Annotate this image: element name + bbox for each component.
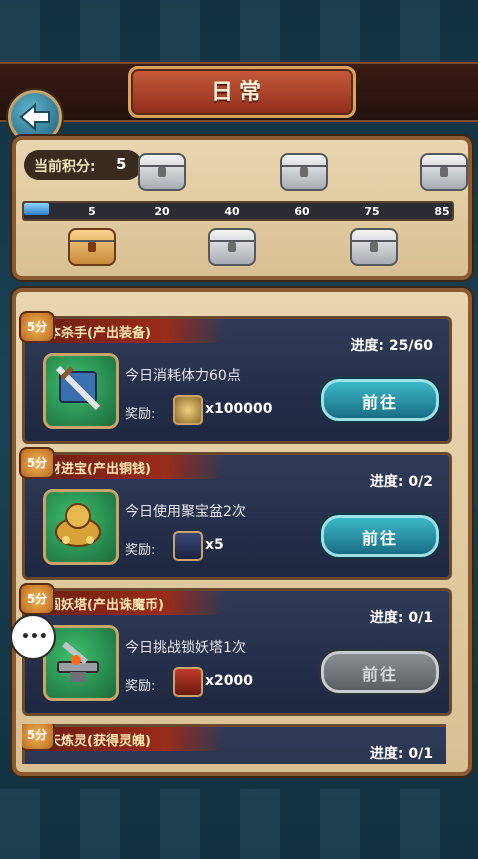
back-arrow-icon <box>19 102 50 132</box>
tick-label: 40 <box>224 205 240 218</box>
go-button-disabled[interactable]: 前往 <box>321 651 439 693</box>
silver-chest-icon[interactable] <box>138 153 186 191</box>
go-button[interactable]: 前往 <box>321 515 439 557</box>
task-card-clip: 天天炼灵(获得灵魄) 5分 进度: 0/1 <box>22 724 446 764</box>
reward-label: 奖励: <box>125 679 156 694</box>
silver-chest-icon[interactable] <box>208 228 256 266</box>
silver-chest-icon[interactable] <box>280 153 328 191</box>
coin-icon <box>173 395 203 425</box>
tick-label: 5 <box>88 205 96 218</box>
points-badge: 5分 <box>19 447 55 479</box>
page-title: 日常 <box>210 80 267 105</box>
reward-amount: x2000 <box>205 673 253 689</box>
task-card: 副本杀手(产出装备) 5分 进度: 25/60 今日消耗体力60点 奖励: x1… <box>19 311 452 444</box>
points-badge: 5分 <box>19 583 55 615</box>
reward-amount: x100000 <box>205 401 273 417</box>
gold-chest-icon[interactable] <box>68 228 116 266</box>
chat-icon: ••• <box>21 629 48 645</box>
sword-book-icon <box>43 353 119 429</box>
score-label: 当前积分: <box>34 159 96 175</box>
task-progress: 进度: 25/60 <box>350 338 433 354</box>
tick-label: 60 <box>294 205 310 218</box>
cloud-pattern-bottom <box>0 789 478 859</box>
tick-label: 85 <box>434 205 450 218</box>
task-progress: 进度: 0/2 <box>369 474 433 490</box>
scroll-icon <box>173 531 203 561</box>
tick-label: 20 <box>154 205 170 218</box>
task-description: 今日消耗体力60点 <box>125 368 241 384</box>
task-card: 勇闯妖塔(产出诛魔币) 5分 进度: 0/1 今日挑战锁妖塔1次 奖励: x20… <box>19 583 452 716</box>
book-icon <box>173 667 203 697</box>
task-card: 天天炼灵(获得灵魄) 5分 进度: 0/1 <box>22 724 446 764</box>
chat-bubble-button[interactable]: ••• <box>10 614 56 660</box>
points-progress-fill <box>24 203 49 215</box>
task-description: 今日使用聚宝盆2次 <box>125 504 246 520</box>
treasure-bowl-icon <box>43 489 119 565</box>
cloud-pattern-top <box>0 0 478 70</box>
silver-chest-icon[interactable] <box>350 228 398 266</box>
score-value: 5 <box>116 155 127 173</box>
reward-amount: x5 <box>205 537 224 553</box>
task-description: 今日挑战锁妖塔1次 <box>125 640 246 656</box>
points-badge: 5分 <box>19 311 55 343</box>
points-badge: 5分 <box>22 724 55 751</box>
reward-label: 奖励: <box>125 407 156 422</box>
silver-chest-icon[interactable] <box>420 153 468 191</box>
reward-label: 奖励: <box>125 543 156 558</box>
tick-label: 75 <box>364 205 380 218</box>
go-button[interactable]: 前往 <box>321 379 439 421</box>
task-progress: 进度: 0/1 <box>369 610 433 626</box>
task-progress: 进度: 0/1 <box>369 746 433 762</box>
task-card: 招财进宝(产出铜钱) 5分 进度: 0/2 今日使用聚宝盆2次 奖励: x5 前… <box>19 447 452 580</box>
